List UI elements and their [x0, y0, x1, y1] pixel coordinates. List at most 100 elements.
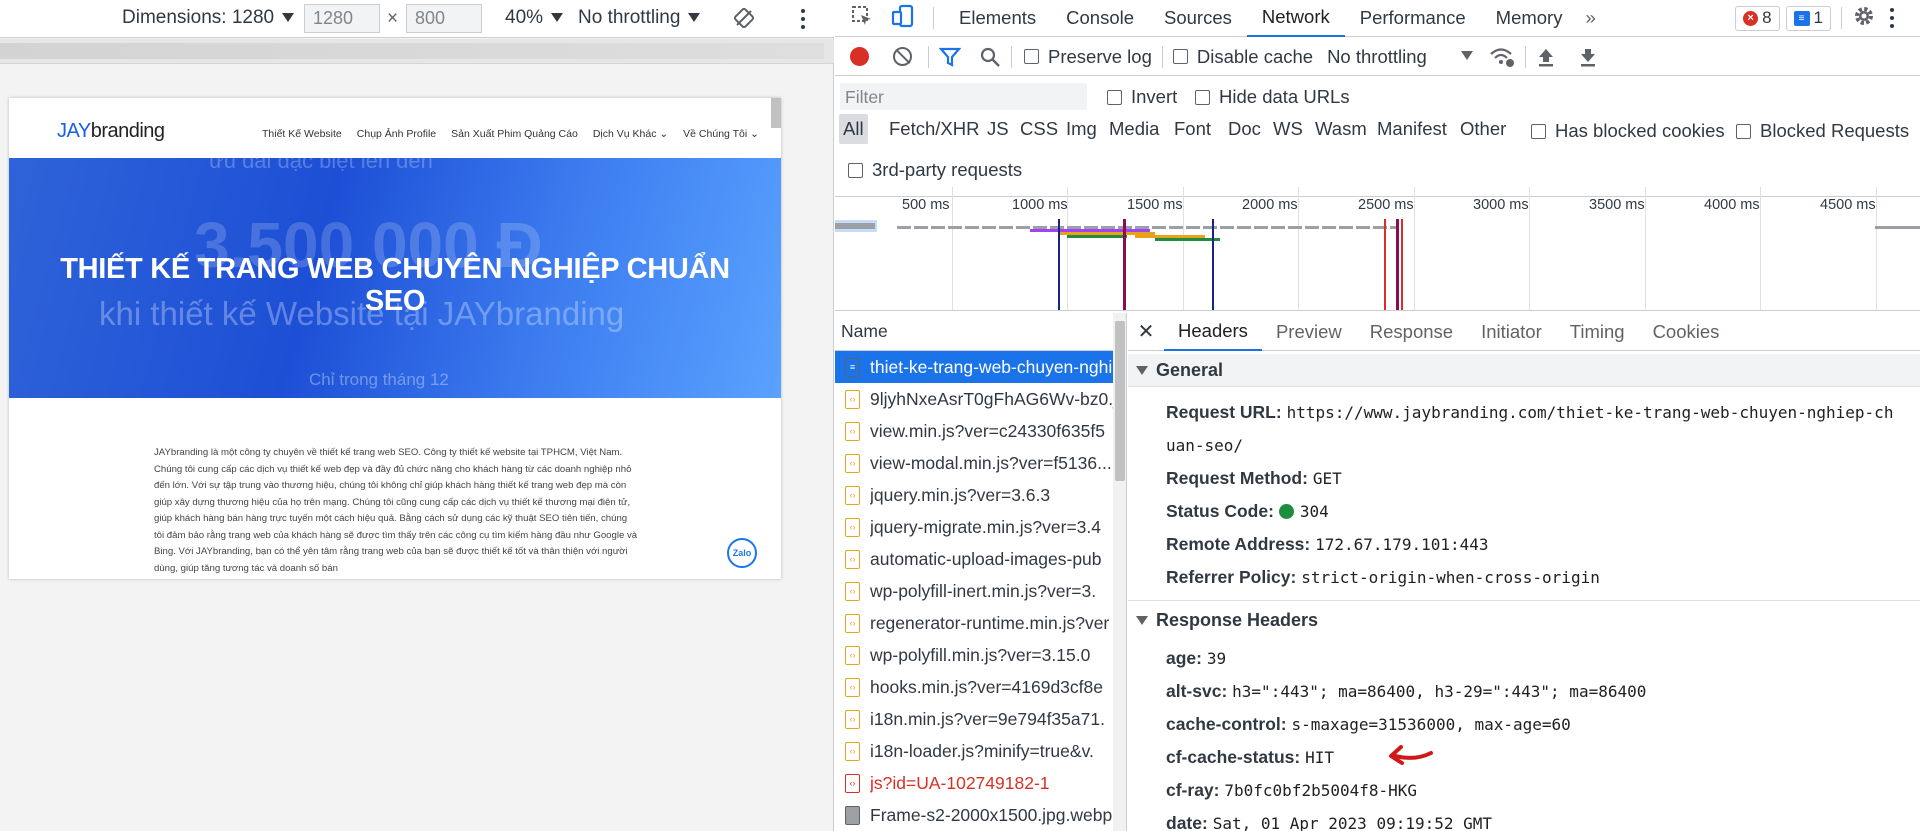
record-icon[interactable] [850, 47, 869, 66]
inspect-element-button[interactable] [851, 5, 883, 32]
nav-item[interactable]: Dịch Vụ Khác ⌄ [593, 128, 668, 140]
request-row[interactable]: ‹› regenerator-runtime.min.js?ver [835, 607, 1126, 639]
media-query-ruler[interactable] [0, 39, 834, 64]
has-blocked-cookies-label: Has blocked cookies [1555, 120, 1725, 141]
request-url-continuation: uan-seo/ [1166, 435, 1243, 456]
blocked-requests-label: Blocked Requests [1760, 120, 1910, 141]
gear-icon [1855, 6, 1873, 25]
request-row[interactable]: ‹› js?id=UA-102749182-1 [835, 767, 1126, 799]
type-filter-doc[interactable]: Doc [1224, 114, 1265, 144]
nav-item[interactable]: Sản Xuất Phim Quảng Cáo [451, 128, 578, 140]
network-overview-timeline[interactable]: 500 ms 1000 ms 1500 ms 2000 ms 2500 ms 3… [835, 187, 1920, 311]
site-logo[interactable]: JAYbranding [57, 120, 165, 143]
network-conditions-icon[interactable] [1489, 46, 1515, 68]
request-row[interactable]: ‹› i18n.min.js?ver=9e794f35a71. [835, 703, 1126, 735]
tab-response[interactable]: Response [1356, 313, 1467, 351]
type-filter-font[interactable]: Font [1170, 114, 1215, 144]
request-row[interactable]: Frame-s2-2000x1500.jpg.webp [835, 799, 1126, 831]
inspect-icon [852, 5, 871, 25]
request-row[interactable]: ≡ thiet-ke-trang-web-chuyen-nghiep-chuan-… [835, 351, 1126, 383]
request-row[interactable]: ‹› jquery.min.js?ver=3.6.3 [835, 479, 1126, 511]
timeline-gridline [1529, 187, 1530, 310]
zalo-chat-button[interactable]: Zalo [727, 538, 757, 568]
width-input[interactable]: 1280 [304, 4, 380, 33]
type-filter-other[interactable]: Other [1456, 114, 1510, 144]
rotate-button[interactable] [733, 7, 755, 35]
type-filter-ws[interactable]: WS [1269, 114, 1307, 144]
nav-item[interactable]: Chụp Ảnh Profile [357, 128, 436, 140]
throttling-select[interactable]: No throttling [578, 7, 701, 29]
request-row[interactable]: ‹› wp-polyfill.min.js?ver=3.15.0 [835, 639, 1126, 671]
tab-performance[interactable]: Performance [1345, 0, 1481, 37]
invert-checkbox[interactable]: Invert [1107, 86, 1177, 108]
close-icon[interactable]: ✕ [1128, 319, 1164, 344]
clear-icon[interactable] [893, 47, 912, 66]
timeline-tick: 3000 ms [1473, 197, 1529, 213]
scrollbar-thumb[interactable] [1115, 321, 1125, 481]
tab-headers[interactable]: Headers [1164, 313, 1262, 351]
preserve-log-checkbox[interactable]: Preserve log [1024, 46, 1152, 68]
response-header-row: cache-control: s-maxage=31536000, max-ag… [1166, 714, 1571, 735]
request-list-scrollbar[interactable] [1113, 313, 1126, 831]
third-party-checkbox[interactable]: 3rd-party requests [848, 159, 1022, 181]
messages-badge[interactable]: ≡ 1 [1785, 5, 1831, 31]
height-input[interactable]: 800 [406, 4, 482, 33]
more-options-icon[interactable] [801, 9, 805, 29]
download-icon[interactable] [1578, 46, 1598, 68]
request-row[interactable]: ‹› automatic-upload-images-pub [835, 543, 1126, 575]
request-row[interactable]: ‹› i18n-loader.js?minify=true&v. [835, 735, 1126, 767]
request-row[interactable]: ‹› jquery-migrate.min.js?ver=3.4 [835, 511, 1126, 543]
type-filter-media[interactable]: Media [1105, 114, 1163, 144]
type-filter-manifest[interactable]: Manifest [1373, 114, 1451, 144]
has-blocked-cookies-checkbox[interactable]: Has blocked cookies [1531, 120, 1725, 142]
type-filter-css[interactable]: CSS [1016, 114, 1062, 144]
header-key: date: [1166, 813, 1208, 831]
toolbar-divider [1011, 45, 1012, 68]
network-throttling-select[interactable]: No throttling [1327, 46, 1473, 68]
more-options-icon[interactable] [1890, 8, 1894, 28]
tab-network[interactable]: Network [1246, 0, 1345, 37]
request-row[interactable]: ‹› view.min.js?ver=c24330f635f5 [835, 415, 1126, 447]
tab-console[interactable]: Console [1051, 0, 1149, 37]
nav-item[interactable]: Về Chúng Tôi ⌄ [683, 128, 759, 140]
upload-icon[interactable] [1536, 46, 1556, 68]
tab-elements[interactable]: Elements [944, 0, 1051, 37]
load-event-marker [1384, 219, 1386, 310]
dimensions-select[interactable]: Dimensions: 1280 [122, 7, 295, 29]
request-row[interactable]: ‹› 9ljyhNxeAsrT0gFhAG6Wv-bz0.js [835, 383, 1126, 415]
device-toggle-button[interactable] [891, 4, 923, 33]
request-row[interactable]: ‹› hooks.min.js?ver=4169d3cf8e [835, 671, 1126, 703]
tab-initiator[interactable]: Initiator [1467, 313, 1556, 351]
tab-preview[interactable]: Preview [1262, 313, 1356, 351]
general-section-header[interactable]: General [1128, 354, 1920, 387]
errors-badge[interactable]: × 8 [1735, 5, 1780, 31]
search-icon[interactable] [979, 46, 1001, 68]
type-filter-fetch-xhr[interactable]: Fetch/XHR [885, 114, 983, 144]
zoom-select[interactable]: 40% [505, 7, 564, 29]
settings-button[interactable] [1852, 4, 1876, 33]
name-column-header[interactable]: Name [835, 313, 1126, 351]
type-filter-wasm[interactable]: Wasm [1311, 114, 1371, 144]
viewport-scrollbar[interactable] [771, 98, 781, 128]
request-row[interactable]: ‹› view-modal.min.js?ver=f5136... [835, 447, 1126, 479]
type-filter-js[interactable]: JS [983, 114, 1013, 144]
nav-item[interactable]: Thiết Kế Website [262, 128, 342, 140]
more-tabs-icon[interactable]: » [1577, 0, 1603, 37]
type-filter-all[interactable]: All [839, 114, 868, 144]
tab-sources[interactable]: Sources [1149, 0, 1247, 37]
filter-icon[interactable] [939, 47, 961, 67]
script-icon: ‹› [845, 485, 860, 505]
request-row[interactable]: ‹› wp-polyfill-inert.min.js?ver=3. [835, 575, 1126, 607]
ruler-bar [0, 43, 824, 59]
tab-memory[interactable]: Memory [1481, 0, 1578, 37]
type-filter-img[interactable]: Img [1062, 114, 1101, 144]
blocked-requests-checkbox[interactable]: Blocked Requests [1736, 120, 1909, 142]
response-headers-section-header[interactable]: Response Headers [1128, 604, 1920, 637]
emulated-viewport[interactable]: JAYbranding Thiết Kế Website Chụp Ảnh Pr… [9, 98, 781, 579]
hide-data-urls-checkbox[interactable]: Hide data URLs [1195, 86, 1350, 108]
triangle-down-icon [1136, 365, 1148, 375]
tab-timing[interactable]: Timing [1556, 313, 1639, 351]
tab-cookies[interactable]: Cookies [1639, 313, 1734, 351]
disable-cache-checkbox[interactable]: Disable cache [1172, 46, 1313, 68]
filter-input[interactable]: Filter [840, 83, 1087, 110]
